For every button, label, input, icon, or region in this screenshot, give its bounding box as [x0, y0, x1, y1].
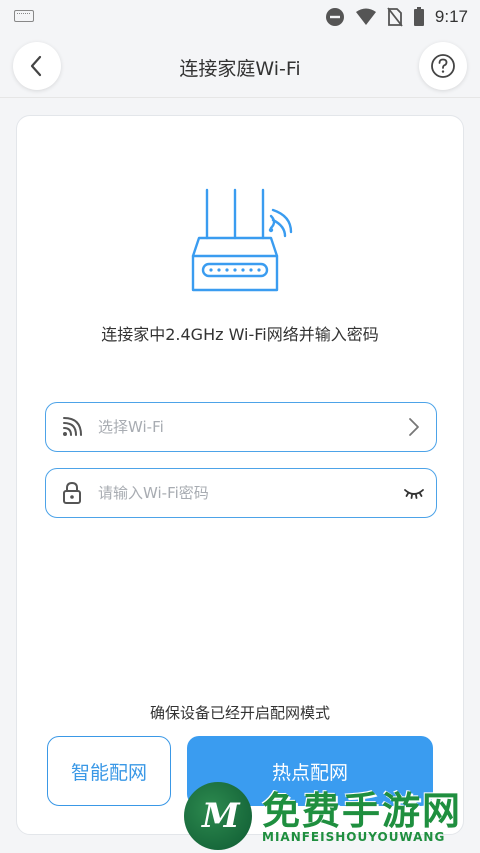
battery-icon — [413, 7, 424, 26]
wifi-select-field[interactable] — [45, 402, 437, 452]
app-bar: 连接家庭Wi-Fi — [0, 34, 480, 98]
status-icons: 9:17 — [325, 4, 468, 30]
no-sim-icon — [387, 7, 403, 27]
wifi-icon — [63, 417, 82, 436]
status-time: 9:17 — [434, 7, 468, 26]
watermark-logo: M — [184, 782, 252, 850]
hint-text: 确保设备已经开启配网模式 — [149, 704, 330, 722]
eye-closed-icon — [404, 489, 424, 499]
watermark: M 免费手游网 MIANFEISHOUYOUWANG — [180, 778, 480, 853]
router-icon — [191, 188, 293, 292]
help-button[interactable] — [419, 42, 467, 90]
page-title: 连接家庭Wi-Fi — [179, 58, 301, 80]
watermark-subtitle: MIANFEISHOUYOUWANG — [262, 830, 446, 844]
password-input[interactable] — [98, 484, 392, 502]
wifi-signal-icon — [355, 8, 376, 25]
chevron-right-icon — [409, 418, 419, 436]
do-not-disturb-icon — [325, 8, 344, 26]
question-circle-icon — [431, 54, 455, 78]
password-field[interactable] — [45, 468, 437, 518]
smart-config-button[interactable]: 智能配网 — [47, 736, 171, 806]
keyboard-icon — [14, 10, 34, 22]
watermark-logo-letter: M — [202, 796, 240, 836]
config-card: 连接家中2.4GHz Wi-Fi网络并输入密码 确保设备已经开启配网模式 智能配… — [16, 115, 464, 835]
status-bar: 9:17 — [0, 0, 480, 34]
instruction-text: 连接家中2.4GHz Wi-Fi网络并输入密码 — [101, 325, 379, 344]
wifi-select-input[interactable] — [98, 418, 392, 436]
lock-icon — [63, 481, 81, 504]
toggle-password-visibility[interactable] — [392, 468, 436, 518]
watermark-title: 免费手游网 — [262, 789, 463, 833]
